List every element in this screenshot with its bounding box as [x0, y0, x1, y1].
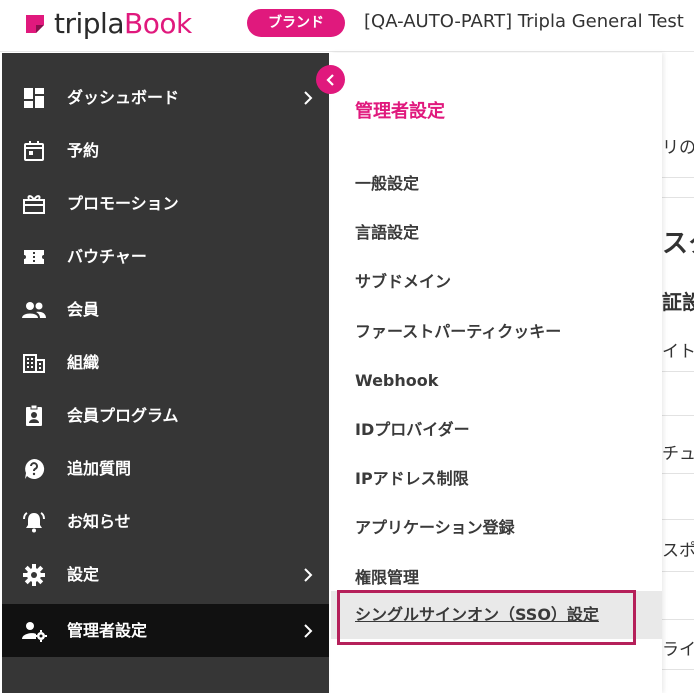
admin-settings-icon: [20, 617, 48, 645]
submenu-item-label: Webhook: [355, 371, 439, 390]
logo-mark-icon: [24, 13, 46, 35]
tripla-book-logo[interactable]: triplaBook: [24, 6, 192, 42]
submenu-item-label: IDプロバイダー: [355, 420, 470, 439]
divider: [662, 473, 694, 474]
calendar-icon: [20, 137, 48, 165]
sidebar-item-label: ダッシュボード: [67, 87, 180, 107]
submenu-item-label: サブドメイン: [355, 272, 452, 291]
chevron-right-icon: [304, 90, 313, 105]
submenu-item-label: アプリケーション登録: [355, 518, 515, 537]
gift-icon: [20, 190, 48, 218]
content-fragment: ライ: [662, 640, 694, 660]
sidebar-item-dashboard[interactable]: ダッシュボード: [2, 71, 329, 124]
sidebar-item-label: 会員プログラム: [67, 405, 179, 425]
divider: [662, 177, 694, 178]
sidebar-item-settings[interactable]: 設定: [2, 548, 329, 601]
sidebar-item-notices[interactable]: お知らせ: [2, 495, 329, 548]
submenu-item-sso-settings[interactable]: シングルサインオン（SSO）設定: [331, 591, 662, 639]
collapse-sidebar-button[interactable]: [316, 65, 345, 94]
content-fragment: スポ: [662, 541, 694, 561]
building-icon: [20, 349, 48, 377]
divider: [662, 415, 694, 416]
sidebar-item-label: 組織: [67, 352, 100, 372]
submenu-item-label: 権限管理: [355, 568, 420, 587]
sidebar-item-label: 会員: [67, 299, 100, 319]
submenu-item-ip-restriction[interactable]: IPアドレス制限: [331, 455, 662, 504]
submenu-item-first-party-cookie[interactable]: ファーストパーティクッキー: [331, 308, 662, 357]
ticket-icon: [20, 243, 48, 271]
chevron-left-icon: [325, 73, 334, 86]
sidebar-item-organizations[interactable]: 組織: [2, 336, 329, 389]
submenu-item-webhook[interactable]: Webhook: [331, 357, 662, 406]
divider: [662, 669, 694, 670]
logo-prefix: tripla: [54, 7, 124, 40]
content-fragment: チュ: [662, 444, 694, 464]
submenu-item-label: IPアドレス制限: [355, 469, 469, 488]
submenu-item-label: 一般設定: [355, 174, 420, 193]
bell-icon: [20, 508, 48, 536]
sidebar: ダッシュボード 予約 プロモーション バウチャー 会員 組織 会員プログラム 追…: [2, 53, 329, 693]
dashboard-icon: [20, 84, 48, 112]
sidebar-item-label: 追加質問: [67, 458, 132, 478]
sidebar-item-label: 予約: [67, 140, 100, 160]
submenu-item-label: 言語設定: [355, 223, 420, 242]
question-icon: [20, 455, 48, 483]
submenu-item-language-settings[interactable]: 言語設定: [331, 209, 662, 258]
submenu-title: 管理者設定: [355, 101, 445, 122]
admin-settings-submenu: 管理者設定 一般設定 言語設定 サブドメイン ファーストパーティクッキー Web…: [331, 53, 662, 693]
sidebar-item-label: プロモーション: [67, 193, 179, 213]
top-header: triplaBook ブランド [QA-AUTO-PART] Tripla Ge…: [0, 0, 694, 52]
divider: [662, 571, 694, 572]
property-name[interactable]: [QA-AUTO-PART] Tripla General Test: [364, 8, 684, 36]
content-fragment: スタ: [662, 229, 694, 259]
sidebar-item-vouchers[interactable]: バウチャー: [2, 230, 329, 283]
sidebar-item-admin-settings[interactable]: 管理者設定: [2, 604, 329, 657]
sidebar-item-promotions[interactable]: プロモーション: [2, 177, 329, 230]
submenu-item-id-provider[interactable]: IDプロバイダー: [331, 406, 662, 455]
divider: [662, 519, 694, 520]
people-icon: [20, 296, 48, 324]
sidebar-item-label: バウチャー: [67, 246, 147, 266]
submenu-item-label: シングルサインオン（SSO）設定: [355, 605, 599, 624]
sidebar-item-reservations[interactable]: 予約: [2, 124, 329, 177]
sidebar-item-label: 管理者設定: [67, 620, 148, 640]
submenu-item-subdomain[interactable]: サブドメイン: [331, 258, 662, 307]
divider: [662, 619, 694, 620]
main-content: リのｔ スタ 証設 イト チュ スポ ライ: [662, 53, 694, 693]
sidebar-item-additional-questions[interactable]: 追加質問: [2, 442, 329, 495]
member-badge-icon: [20, 402, 48, 430]
chevron-right-icon: [304, 623, 313, 638]
submenu-item-label: ファーストパーティクッキー: [355, 322, 562, 341]
submenu-item-app-registration[interactable]: アプリケーション登録: [331, 504, 662, 553]
sidebar-item-member-program[interactable]: 会員プログラム: [2, 389, 329, 442]
divider: [662, 371, 694, 372]
chevron-right-icon: [304, 567, 313, 582]
content-fragment: リのｔ: [662, 138, 694, 158]
sidebar-item-label: お知らせ: [67, 511, 131, 531]
gear-icon: [20, 561, 48, 589]
brand-badge[interactable]: ブランド: [247, 9, 345, 37]
sidebar-item-members[interactable]: 会員: [2, 283, 329, 336]
sidebar-item-label: 設定: [67, 564, 100, 584]
content-fragment: 証設: [662, 290, 694, 314]
logo-suffix: Book: [123, 7, 192, 40]
logo-text: triplaBook: [54, 6, 192, 42]
content-fragment: イト: [662, 342, 694, 362]
divider: [662, 197, 694, 198]
submenu-item-general-settings[interactable]: 一般設定: [331, 160, 662, 209]
